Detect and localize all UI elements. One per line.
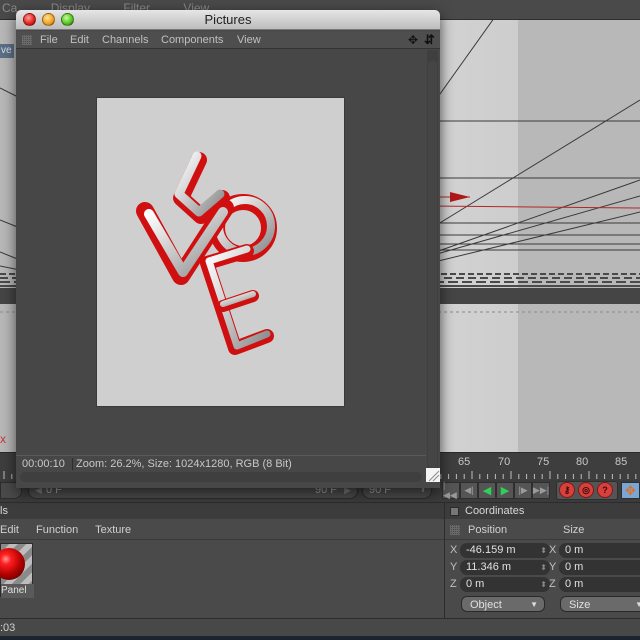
question-icon: ? bbox=[602, 485, 608, 495]
menu-function[interactable]: Function bbox=[36, 524, 78, 536]
coord-row-x: X -46.159 m ⬍ X 0 m bbox=[445, 542, 640, 559]
size-header: Size bbox=[563, 524, 585, 536]
prev-key-icon: ◀| bbox=[464, 485, 474, 495]
coord-row-z: Z 0 m ⬍ Z 0 m bbox=[445, 576, 640, 593]
axis-label: Y bbox=[549, 561, 557, 573]
axis-x-marker: x bbox=[0, 432, 6, 446]
vertical-arrows-icon[interactable]: ⇵ bbox=[424, 31, 435, 49]
picture-status-bar: 00:00:10 Zoom: 26.2%, Size: 1024x1280, R… bbox=[16, 455, 426, 471]
coordinates-title: Coordinates bbox=[445, 503, 640, 519]
position-header: Position bbox=[468, 524, 508, 536]
go-to-start-button[interactable]: |◀◀ bbox=[442, 480, 460, 500]
key-icon: ⚷ bbox=[563, 484, 571, 495]
materials-panel: ls Edit Function Texture Panel bbox=[0, 502, 444, 618]
coordinate-mode-dropdown[interactable]: Object ▼ bbox=[461, 596, 545, 612]
previous-key-button[interactable]: ◀| bbox=[460, 482, 478, 499]
status-divider bbox=[72, 458, 73, 470]
window-title: Pictures bbox=[204, 12, 252, 27]
record-button[interactable]: ⚷ bbox=[559, 482, 575, 498]
move-tool-icon: ✥ bbox=[625, 482, 636, 498]
menu-components[interactable]: Components bbox=[161, 31, 223, 49]
size-x-field[interactable]: 0 m bbox=[559, 543, 640, 558]
panel-checkbox[interactable] bbox=[450, 507, 459, 516]
picture-viewer-window: Pictures File Edit Channels Components V… bbox=[16, 10, 440, 488]
position-z-field[interactable]: 0 m ⬍ bbox=[460, 577, 550, 592]
go-to-end-button[interactable]: ▶▶| bbox=[532, 482, 550, 499]
material-name: Panel bbox=[1, 584, 34, 598]
skip-end-icon: ▶▶| bbox=[532, 485, 550, 495]
viewport-tab-label[interactable]: ve bbox=[0, 44, 14, 58]
coordinates-panel: Coordinates Position Size X -46.159 m ⬍ X… bbox=[444, 502, 640, 618]
position-z-value: 0 m bbox=[466, 578, 485, 590]
materials-menu: Edit Function Texture bbox=[0, 520, 444, 540]
size-z-value: 0 m bbox=[565, 578, 584, 590]
size-z-field[interactable]: 0 m bbox=[559, 577, 640, 592]
axis-label: Z bbox=[450, 578, 457, 590]
spinner-icon[interactable]: ⬍ bbox=[540, 560, 547, 575]
status-bar: :03 bbox=[0, 618, 640, 636]
grip-icon bbox=[22, 35, 32, 45]
grip-icon bbox=[450, 525, 460, 535]
menu-channels[interactable]: Channels bbox=[102, 31, 148, 49]
vertical-scroll-thumb[interactable] bbox=[428, 60, 437, 468]
position-y-field[interactable]: 11.346 m ⬍ bbox=[460, 560, 550, 575]
next-key-button[interactable]: |▶ bbox=[514, 482, 532, 499]
menu-view[interactable]: View bbox=[237, 31, 261, 49]
dropdown-value: Object bbox=[470, 599, 502, 611]
position-x-field[interactable]: -46.159 m ⬍ bbox=[460, 543, 550, 558]
spinner-icon[interactable]: ⬍ bbox=[540, 543, 547, 558]
chevron-down-icon: ▼ bbox=[635, 600, 640, 609]
size-y-field[interactable]: 0 m bbox=[559, 560, 640, 575]
coord-row-y: Y 11.346 m ⬍ Y 0 m bbox=[445, 559, 640, 576]
picture-viewer-menubar: File Edit Channels Components View ✥ ⇵ bbox=[16, 31, 440, 49]
axis-label: Y bbox=[450, 561, 458, 573]
material-preview-sphere bbox=[0, 548, 25, 580]
autokey-button[interactable]: ◎ bbox=[578, 482, 594, 498]
size-x-value: 0 m bbox=[565, 544, 584, 556]
size-y-value: 0 m bbox=[565, 561, 584, 573]
move-tool-button[interactable]: ✥ bbox=[621, 482, 640, 499]
menu-edit[interactable]: Edit bbox=[0, 524, 19, 536]
materials-title: ls bbox=[0, 503, 444, 519]
position-x-value: -46.159 m bbox=[466, 544, 516, 556]
position-y-value: 11.346 m bbox=[466, 561, 512, 573]
chevron-down-icon: ▼ bbox=[530, 600, 538, 609]
axis-label: X bbox=[450, 544, 458, 556]
rendered-image bbox=[96, 97, 345, 407]
horizontal-scrollbar[interactable] bbox=[20, 472, 422, 482]
play-forwards-button[interactable]: ▶ bbox=[496, 482, 514, 499]
menu-texture[interactable]: Texture bbox=[95, 524, 131, 536]
resize-grip-icon bbox=[428, 470, 440, 482]
keyframe-selection-button[interactable]: ? bbox=[597, 482, 613, 498]
tick-label: 80 bbox=[576, 456, 589, 468]
axis-label: X bbox=[549, 544, 557, 556]
spinner-icon[interactable]: ⬍ bbox=[540, 577, 547, 592]
image-info: Zoom: 26.2%, Size: 1024x1280, RGB (8 Bit… bbox=[76, 458, 292, 470]
move-arrows-icon[interactable]: ✥ bbox=[408, 31, 418, 49]
play-icon: ▶ bbox=[500, 485, 510, 497]
dropdown-value: Size bbox=[569, 599, 591, 611]
play-backwards-button[interactable]: ◀ bbox=[478, 482, 496, 499]
material-item[interactable]: Panel bbox=[0, 543, 34, 598]
play-back-icon: ◀ bbox=[482, 485, 492, 497]
next-key-icon: |▶ bbox=[518, 485, 528, 495]
autokey-icon: ◎ bbox=[582, 484, 590, 495]
window-titlebar[interactable]: Pictures bbox=[16, 10, 440, 30]
coordinates-header: Position Size bbox=[445, 520, 640, 540]
tick-label: 85 bbox=[615, 456, 628, 468]
frame-time: 00:00:10 bbox=[22, 458, 65, 470]
tick-label: 65 bbox=[458, 456, 471, 468]
love-render-graphic bbox=[136, 151, 277, 355]
resize-grip[interactable] bbox=[426, 468, 440, 482]
menu-edit[interactable]: Edit bbox=[70, 31, 89, 49]
image-canvas[interactable] bbox=[16, 50, 426, 454]
axis-label: Z bbox=[549, 578, 556, 590]
tick-label: 70 bbox=[498, 456, 511, 468]
window-bottom-edge bbox=[0, 636, 640, 640]
tick-label: 75 bbox=[537, 456, 550, 468]
size-mode-dropdown[interactable]: Size ▼ bbox=[560, 596, 640, 612]
status-text: :03 bbox=[0, 622, 16, 634]
menu-file[interactable]: File bbox=[40, 31, 58, 49]
skip-start-icon: |◀◀ bbox=[443, 480, 457, 500]
